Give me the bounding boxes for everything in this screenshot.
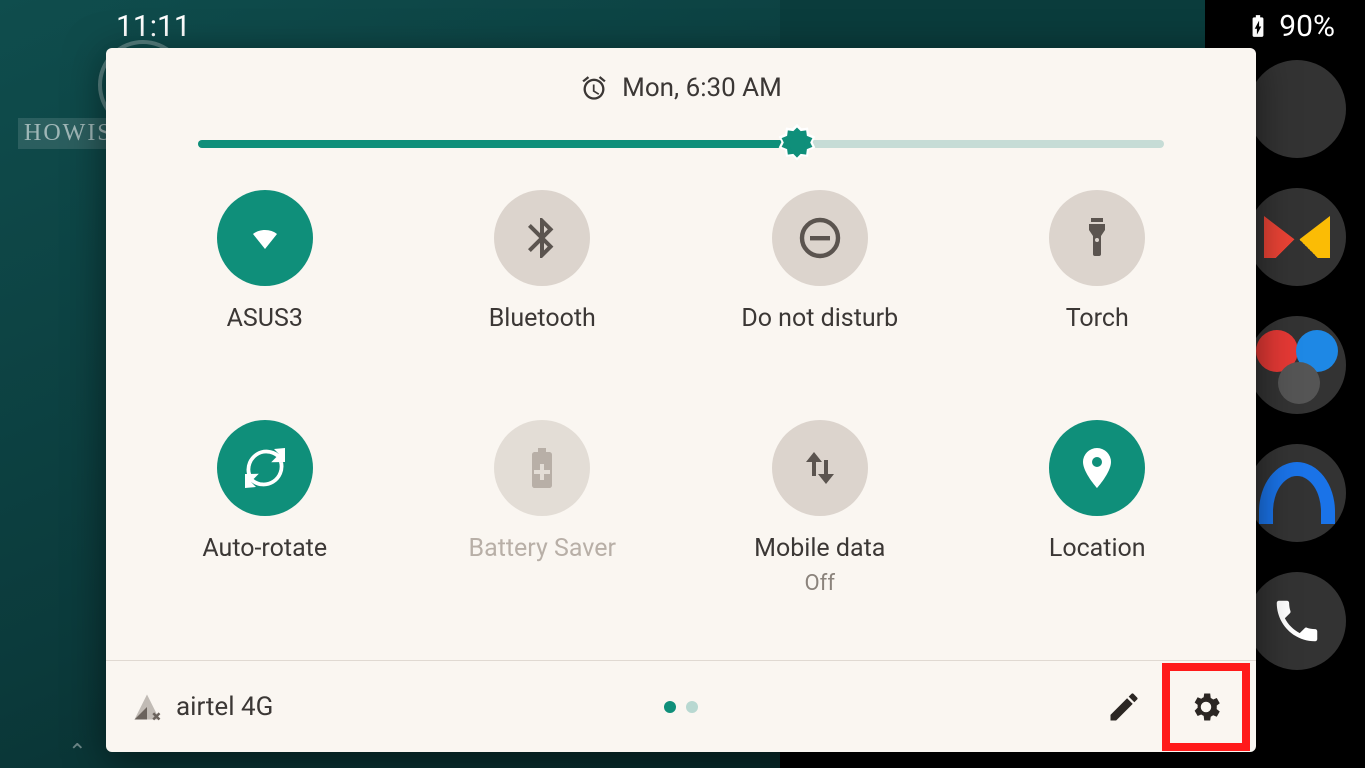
signal-icon <box>132 692 162 722</box>
page-dot-1 <box>686 701 698 713</box>
tile-sublabel: Off <box>805 571 835 596</box>
dock-app-launcher[interactable] <box>1248 444 1346 542</box>
status-battery: 90% <box>1245 9 1335 44</box>
battery-charging-icon <box>1245 11 1271 41</box>
tile-label: Auto-rotate <box>202 534 327 563</box>
brightness-thumb[interactable] <box>775 122 819 166</box>
tile-dnd[interactable]: Do not disturb <box>681 190 959 420</box>
tile-location[interactable]: Location <box>959 420 1237 650</box>
rotate-icon <box>217 420 313 516</box>
bluetooth-icon <box>494 190 590 286</box>
wifi-icon <box>217 190 313 286</box>
tile-label: Location <box>1049 534 1146 563</box>
tile-label: Battery Saver <box>469 534 616 563</box>
location-icon <box>1049 420 1145 516</box>
tile-label: Torch <box>1066 304 1129 333</box>
dock-app-gmail[interactable] <box>1248 188 1346 286</box>
tiles-grid: ASUS3 Bluetooth Do not disturb Torch <box>106 160 1256 660</box>
nav-handle-icon[interactable]: ⌄ <box>68 737 86 762</box>
alarm-icon <box>580 74 608 102</box>
tile-autorotate[interactable]: Auto-rotate <box>126 420 404 650</box>
settings-button[interactable] <box>1174 675 1238 739</box>
carrier-label: airtel 4G <box>176 692 273 722</box>
brightness-icon <box>775 122 819 166</box>
brightness-slider[interactable] <box>198 128 1164 160</box>
dock-app-chrome[interactable] <box>1248 60 1346 158</box>
tile-mobiledata[interactable]: Mobile data Off <box>681 420 959 650</box>
torch-icon <box>1049 190 1145 286</box>
status-bar: 11:11 90% <box>0 0 1365 52</box>
carrier-info[interactable]: airtel 4G <box>132 692 273 722</box>
pencil-icon <box>1106 689 1142 725</box>
tile-batterysaver[interactable]: Battery Saver <box>404 420 682 650</box>
alarm-time-label[interactable]: Mon, 6:30 AM <box>622 73 782 103</box>
dock-app-phone[interactable] <box>1248 572 1346 670</box>
dnd-icon <box>772 190 868 286</box>
data-icon <box>772 420 868 516</box>
tile-torch[interactable]: Torch <box>959 190 1237 420</box>
edit-tiles-button[interactable] <box>1092 675 1156 739</box>
dock-app-folder[interactable] <box>1248 316 1346 414</box>
quick-settings-panel: Mon, 6:30 AM ASUS3 Bluetooth <box>106 48 1256 752</box>
status-clock: 11:11 <box>116 9 191 44</box>
tile-label: ASUS3 <box>227 304 303 333</box>
tile-bluetooth[interactable]: Bluetooth <box>404 190 682 420</box>
panel-footer: airtel 4G <box>106 660 1256 752</box>
page-dot-0 <box>664 701 676 713</box>
tile-label: Bluetooth <box>489 304 596 333</box>
page-indicator[interactable] <box>664 701 698 713</box>
tile-label: Do not disturb <box>741 304 898 333</box>
panel-header: Mon, 6:30 AM <box>106 48 1256 128</box>
tile-wifi[interactable]: ASUS3 <box>126 190 404 420</box>
battery-icon <box>494 420 590 516</box>
tile-label: Mobile data <box>754 534 885 563</box>
gear-icon <box>1188 689 1224 725</box>
